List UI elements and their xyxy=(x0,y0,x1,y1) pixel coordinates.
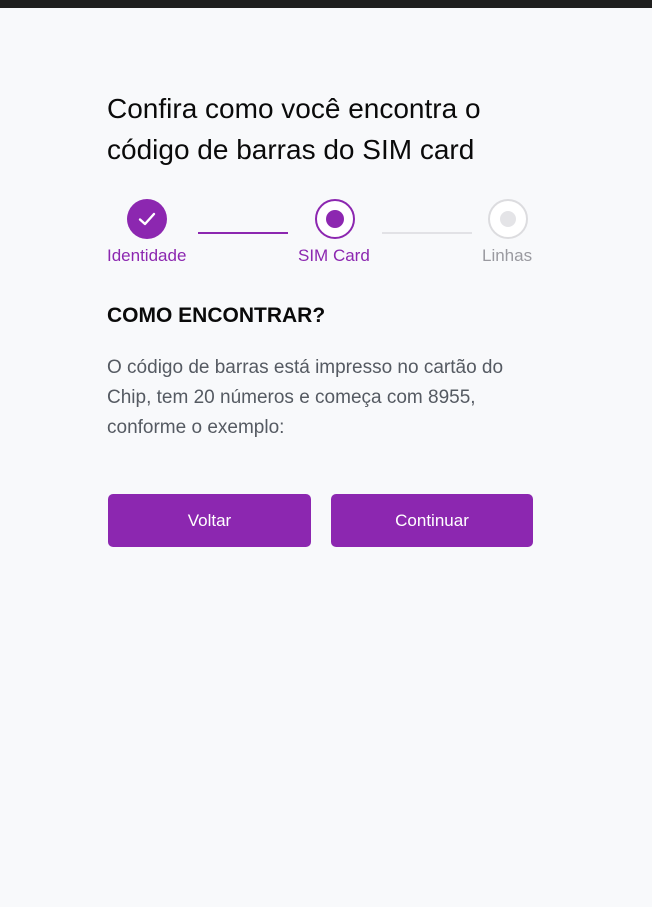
step-label-sim-card: SIM Card xyxy=(298,246,370,265)
step-pending-indicator xyxy=(488,199,528,239)
step-label-identidade: Identidade xyxy=(107,246,187,265)
back-button[interactable]: Voltar xyxy=(108,494,311,547)
step-label-linhas: Linhas xyxy=(482,246,533,265)
progress-stepper: Identidade SIM Card Linhas xyxy=(107,198,537,268)
step-connector-pending xyxy=(382,232,472,234)
section-description: O código de barras está impresso no cart… xyxy=(107,357,504,438)
top-bar xyxy=(0,0,652,8)
section-title: COMO ENCONTRAR? xyxy=(107,304,326,327)
page-title: Confira como você encontra o código de b… xyxy=(107,93,481,165)
dot-icon xyxy=(326,210,344,228)
dot-icon xyxy=(500,211,516,227)
step-completed-indicator xyxy=(127,199,167,239)
step-current-indicator xyxy=(315,199,355,239)
main-content: Confira como você encontra o código de b… xyxy=(107,88,537,547)
check-icon xyxy=(138,212,156,226)
step-connector-completed xyxy=(198,232,288,234)
continue-button[interactable]: Continuar xyxy=(331,494,533,547)
